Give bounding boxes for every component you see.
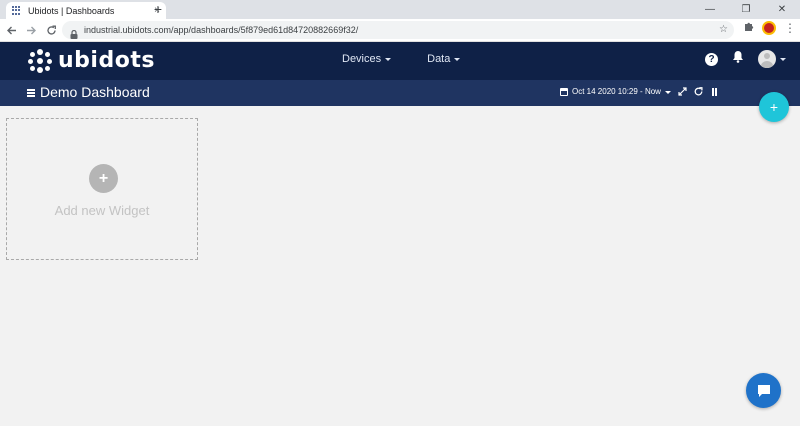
browser-tab[interactable]: Ubidots | Dashboards × — [6, 2, 166, 19]
minimize-button[interactable]: — — [692, 0, 728, 19]
header-actions: ? — [705, 50, 786, 68]
forward-arrow-icon[interactable] — [22, 21, 40, 39]
back-arrow-icon[interactable] — [2, 21, 20, 39]
new-tab-button[interactable]: + — [150, 1, 166, 17]
ubidots-logo-dots-icon — [28, 48, 52, 73]
window-close-button[interactable]: ✕ — [764, 0, 800, 19]
chevron-down-icon — [454, 58, 461, 61]
pause-icon[interactable] — [710, 87, 719, 96]
nav-devices-label: Devices — [342, 53, 382, 65]
chevron-down-icon — [664, 90, 671, 94]
dashboard-title[interactable]: Demo Dashboard — [40, 84, 150, 100]
browser-tabstrip: Ubidots | Dashboards × + — ❐ ✕ — [0, 0, 800, 19]
app-header: ubidots Devices Data ? — [0, 42, 800, 80]
add-new-widget-label: Add new Widget — [54, 203, 150, 218]
help-icon[interactable]: ? — [705, 52, 718, 66]
user-menu[interactable] — [758, 50, 786, 68]
date-range-text: Oct 14 2020 10:29 - Now — [572, 87, 661, 96]
logo-text: ubidots — [58, 48, 155, 73]
add-new-widget-card[interactable]: + Add new Widget — [6, 118, 198, 260]
window-controls: — ❐ ✕ — [692, 0, 800, 19]
lock-icon — [70, 26, 79, 39]
ubidots-logo[interactable]: ubidots — [28, 48, 155, 73]
chat-support-button[interactable] — [746, 373, 781, 408]
browser-toolbar: industrial.ubidots.com/app/dashboards/5f… — [0, 19, 800, 42]
hamburger-menu-icon[interactable] — [27, 89, 35, 97]
chat-bubble-icon — [757, 384, 770, 397]
profile-avatar-icon[interactable] — [762, 21, 776, 35]
dashboard-bar: Demo Dashboard Oct 14 2020 10:29 - Now — [0, 80, 800, 106]
user-avatar — [758, 50, 776, 68]
reload-icon[interactable] — [42, 21, 60, 39]
refresh-icon[interactable] — [694, 87, 703, 96]
dashboard-controls: Oct 14 2020 10:29 - Now — [560, 87, 719, 96]
calendar-icon — [560, 87, 568, 96]
add-widget-fab-button[interactable]: + — [759, 92, 789, 122]
restore-button[interactable]: ❐ — [728, 0, 764, 19]
bookmark-star-icon[interactable]: ☆ — [719, 24, 728, 35]
nav-devices[interactable]: Devices — [342, 53, 392, 65]
ubidots-favicon-icon — [12, 5, 22, 16]
fullscreen-expand-icon[interactable] — [678, 87, 687, 96]
chevron-down-icon — [385, 58, 392, 61]
main-nav: Devices Data — [342, 53, 461, 65]
chevron-down-icon — [780, 58, 786, 61]
browser-menu-icon[interactable]: ⋮ — [784, 21, 796, 35]
add-widget-plus-icon[interactable]: + — [89, 164, 118, 193]
address-bar[interactable]: industrial.ubidots.com/app/dashboards/5f… — [62, 21, 734, 39]
tab-title: Ubidots | Dashboards — [28, 5, 115, 16]
notifications-bell-icon[interactable] — [732, 50, 744, 68]
nav-data[interactable]: Data — [427, 53, 461, 65]
nav-data-label: Data — [427, 53, 451, 65]
extensions-puzzle-icon[interactable] — [743, 21, 754, 35]
date-range-picker[interactable]: Oct 14 2020 10:29 - Now — [560, 87, 671, 96]
url-text: industrial.ubidots.com/app/dashboards/5f… — [84, 25, 359, 35]
toolbar-right: ⋮ — [743, 21, 796, 35]
